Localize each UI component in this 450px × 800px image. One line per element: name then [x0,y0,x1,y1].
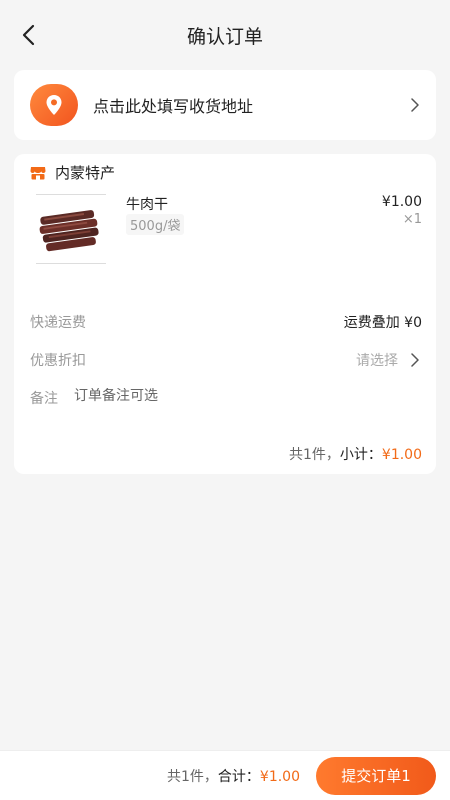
product-price: ¥1.00 [381,194,422,210]
shop-header: 内蒙特产 [30,162,115,183]
submit-order-button[interactable]: 提交订单1 [316,756,436,795]
order-card: 内蒙特产 牛肉干 500g/袋 ¥1.00 ×1 快递运费 运费叠加 ¥0 优惠… [14,154,436,474]
total-amount: ¥1.00 [259,768,300,785]
subtotal-label: 小计： [339,447,382,463]
product-image[interactable] [36,194,106,264]
shop-name: 内蒙特产 [55,164,116,182]
order-total: 共1件，合计：¥1.00 [167,766,300,786]
bottom-bar: 共1件，合计：¥1.00 提交订单1 [0,750,450,800]
discount-label: 优惠折扣 [30,353,86,369]
header: 确认订单 [0,0,450,70]
address-prompt: 点击此处填写收货地址 [93,97,254,116]
discount-selector[interactable]: 请选择 [356,350,420,370]
store-icon [30,166,46,179]
shipping-label: 快递运费 [30,315,86,331]
total-label: 合计： [217,768,260,785]
chevron-right-icon [411,353,419,367]
total-count: 共1件， [166,768,218,785]
product-spec: 500g/袋 [126,214,185,235]
address-selector[interactable]: 点击此处填写收货地址 [14,70,436,140]
product-name: 牛肉干 [126,197,168,213]
discount-placeholder: 请选择 [356,353,398,369]
subtotal-amount: ¥1.00 [381,447,422,463]
product-quantity: ×1 [402,212,422,227]
remark-label: 备注 [30,391,58,407]
page-title: 确认订单 [186,26,263,48]
shipping-value: 运费叠加 ¥0 [343,315,422,331]
location-pin-icon [30,84,78,126]
subtotal-count: 共1件， [288,447,340,463]
chevron-right-icon [411,98,419,112]
subtotal: 共1件，小计：¥1.00 [289,444,422,464]
remark-input[interactable] [74,388,374,404]
